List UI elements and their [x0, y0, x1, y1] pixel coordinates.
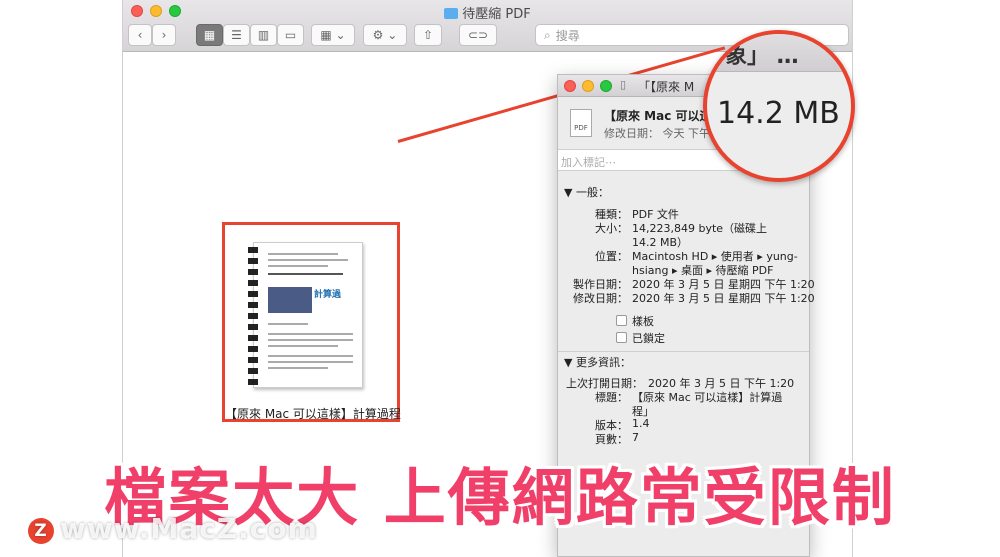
- back-button[interactable]: ‹: [128, 24, 152, 46]
- search-icon: ⌕: [544, 27, 551, 42]
- macz-logo-icon: Z: [28, 518, 54, 544]
- locked-checkbox[interactable]: [616, 332, 627, 343]
- stationery-checkbox[interactable]: [616, 315, 627, 326]
- list-icon: ☰: [231, 28, 242, 42]
- action-button[interactable]: ⚙ ⌄: [363, 24, 407, 46]
- pdf-cover-image: [268, 287, 312, 313]
- column-view-button[interactable]: ▥: [250, 24, 277, 46]
- info-minimize-button[interactable]: [582, 80, 594, 92]
- info-modified-summary: 修改日期： 今天 下午: [604, 127, 710, 140]
- group-icon: ▦ ⌄: [320, 28, 346, 42]
- chevron-left-icon: ‹: [137, 28, 143, 42]
- magnifier-callout: 象」 … 14.2 MB: [703, 30, 855, 182]
- magnified-titlebar: 象」 …: [707, 34, 851, 72]
- folder-icon: [444, 8, 459, 19]
- general-section-toggle[interactable]: ▼ 一般：: [564, 184, 609, 200]
- file-name: 【原來 Mac 可以這樣】計算過程: [225, 407, 401, 421]
- binding-spiral: [248, 247, 258, 385]
- gear-icon: ⚙ ⌄: [372, 28, 398, 42]
- info-title: 「【原來 M: [638, 80, 695, 94]
- tag-button[interactable]: ⊂⊃: [459, 24, 497, 46]
- locked-label: 已鎖定: [632, 332, 665, 345]
- list-view-button[interactable]: ☰: [223, 24, 250, 46]
- pdf-thumb-icon: PDF: [570, 109, 592, 137]
- columns-icon: ▥: [257, 28, 270, 42]
- watermark: Zwww.MacZ.com: [28, 512, 318, 545]
- info-zoom-button[interactable]: [600, 80, 612, 92]
- more-info-section-toggle[interactable]: ▼ 更多資訊：: [564, 354, 631, 370]
- window-title: 待壓縮 PDF: [123, 3, 852, 22]
- doc-icon: ▯: [620, 78, 627, 91]
- gallery-view-button[interactable]: ▭: [277, 24, 304, 46]
- info-file-name: 【原來 Mac 可以這: [604, 109, 712, 123]
- share-icon: ⇧: [422, 28, 434, 42]
- file-item[interactable]: 計算過 【原來 Mac 可以這樣】計算過程: [222, 222, 401, 422]
- group-button[interactable]: ▦ ⌄: [311, 24, 355, 46]
- info-close-button[interactable]: [564, 80, 576, 92]
- magnified-file-size: 14.2 MB: [717, 96, 840, 131]
- tag-icon: ⊂⊃: [467, 28, 489, 42]
- share-button[interactable]: ⇧: [414, 24, 442, 46]
- gallery-icon: ▭: [284, 28, 297, 42]
- pdf-heading: 計算過: [314, 290, 342, 300]
- grid-icon: ▦: [203, 28, 216, 42]
- icon-view-button[interactable]: ▦: [196, 24, 223, 46]
- forward-button[interactable]: ›: [152, 24, 176, 46]
- chevron-right-icon: ›: [161, 28, 167, 42]
- stationery-label: 樣板: [632, 315, 654, 328]
- pdf-file-icon: 計算過: [248, 242, 363, 388]
